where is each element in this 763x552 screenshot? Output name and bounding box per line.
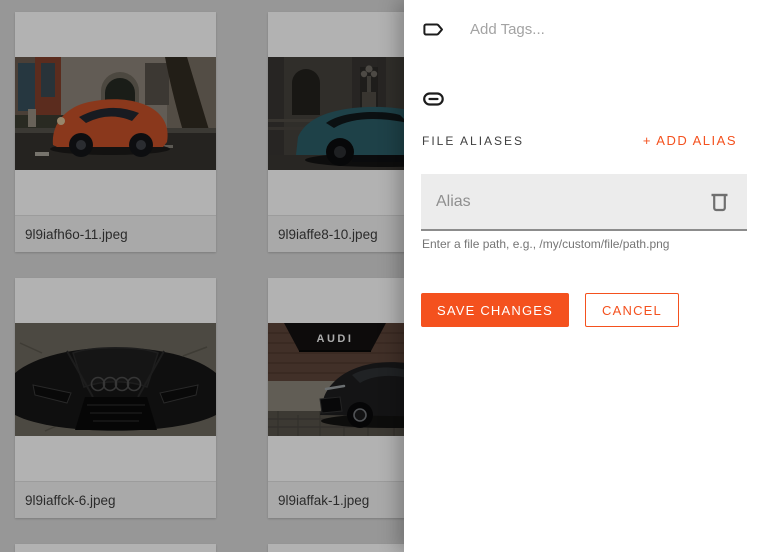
save-changes-button[interactable]: SAVE CHANGES (421, 293, 570, 327)
link-row (423, 92, 444, 111)
delete-alias-button[interactable] (708, 189, 731, 214)
link-icon (423, 92, 444, 106)
alias-input[interactable] (421, 192, 681, 211)
tag-icon (423, 23, 443, 36)
dialog-actions: SAVE CHANGES CANCEL (421, 293, 679, 327)
alias-field (421, 174, 747, 231)
alias-helper-text: Enter a file path, e.g., /my/custom/file… (422, 237, 670, 251)
add-alias-button[interactable]: + ADD ALIAS (643, 133, 737, 148)
cancel-button[interactable]: CANCEL (585, 293, 679, 327)
add-tags-input[interactable] (470, 21, 690, 38)
trash-icon (711, 193, 728, 212)
file-aliases-heading: FILE ALIASES (422, 134, 525, 148)
file-properties-panel: FILE ALIASES + ADD ALIAS Enter a file pa… (404, 0, 763, 552)
